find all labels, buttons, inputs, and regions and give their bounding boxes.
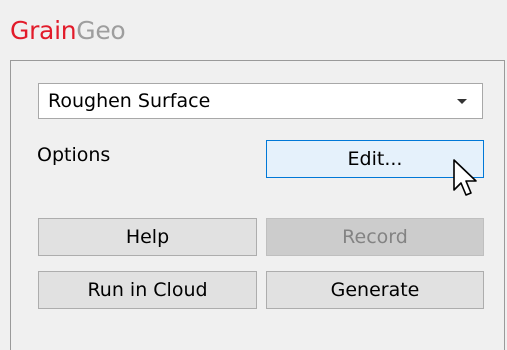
options-label: Options	[37, 144, 111, 166]
chevron-down-icon	[457, 99, 467, 104]
app-title: GrainGeo	[10, 16, 126, 46]
run-in-cloud-button[interactable]: Run in Cloud	[38, 271, 257, 309]
help-button[interactable]: Help	[38, 218, 257, 256]
record-button[interactable]: Record	[266, 218, 484, 256]
generate-button[interactable]: Generate	[266, 271, 484, 309]
operation-select[interactable]: Roughen Surface	[38, 83, 483, 119]
app-title-grain: Grain	[10, 16, 77, 45]
operation-select-value: Roughen Surface	[48, 90, 211, 112]
app-title-geo: Geo	[76, 16, 126, 45]
mouse-pointer-icon	[453, 159, 477, 196]
